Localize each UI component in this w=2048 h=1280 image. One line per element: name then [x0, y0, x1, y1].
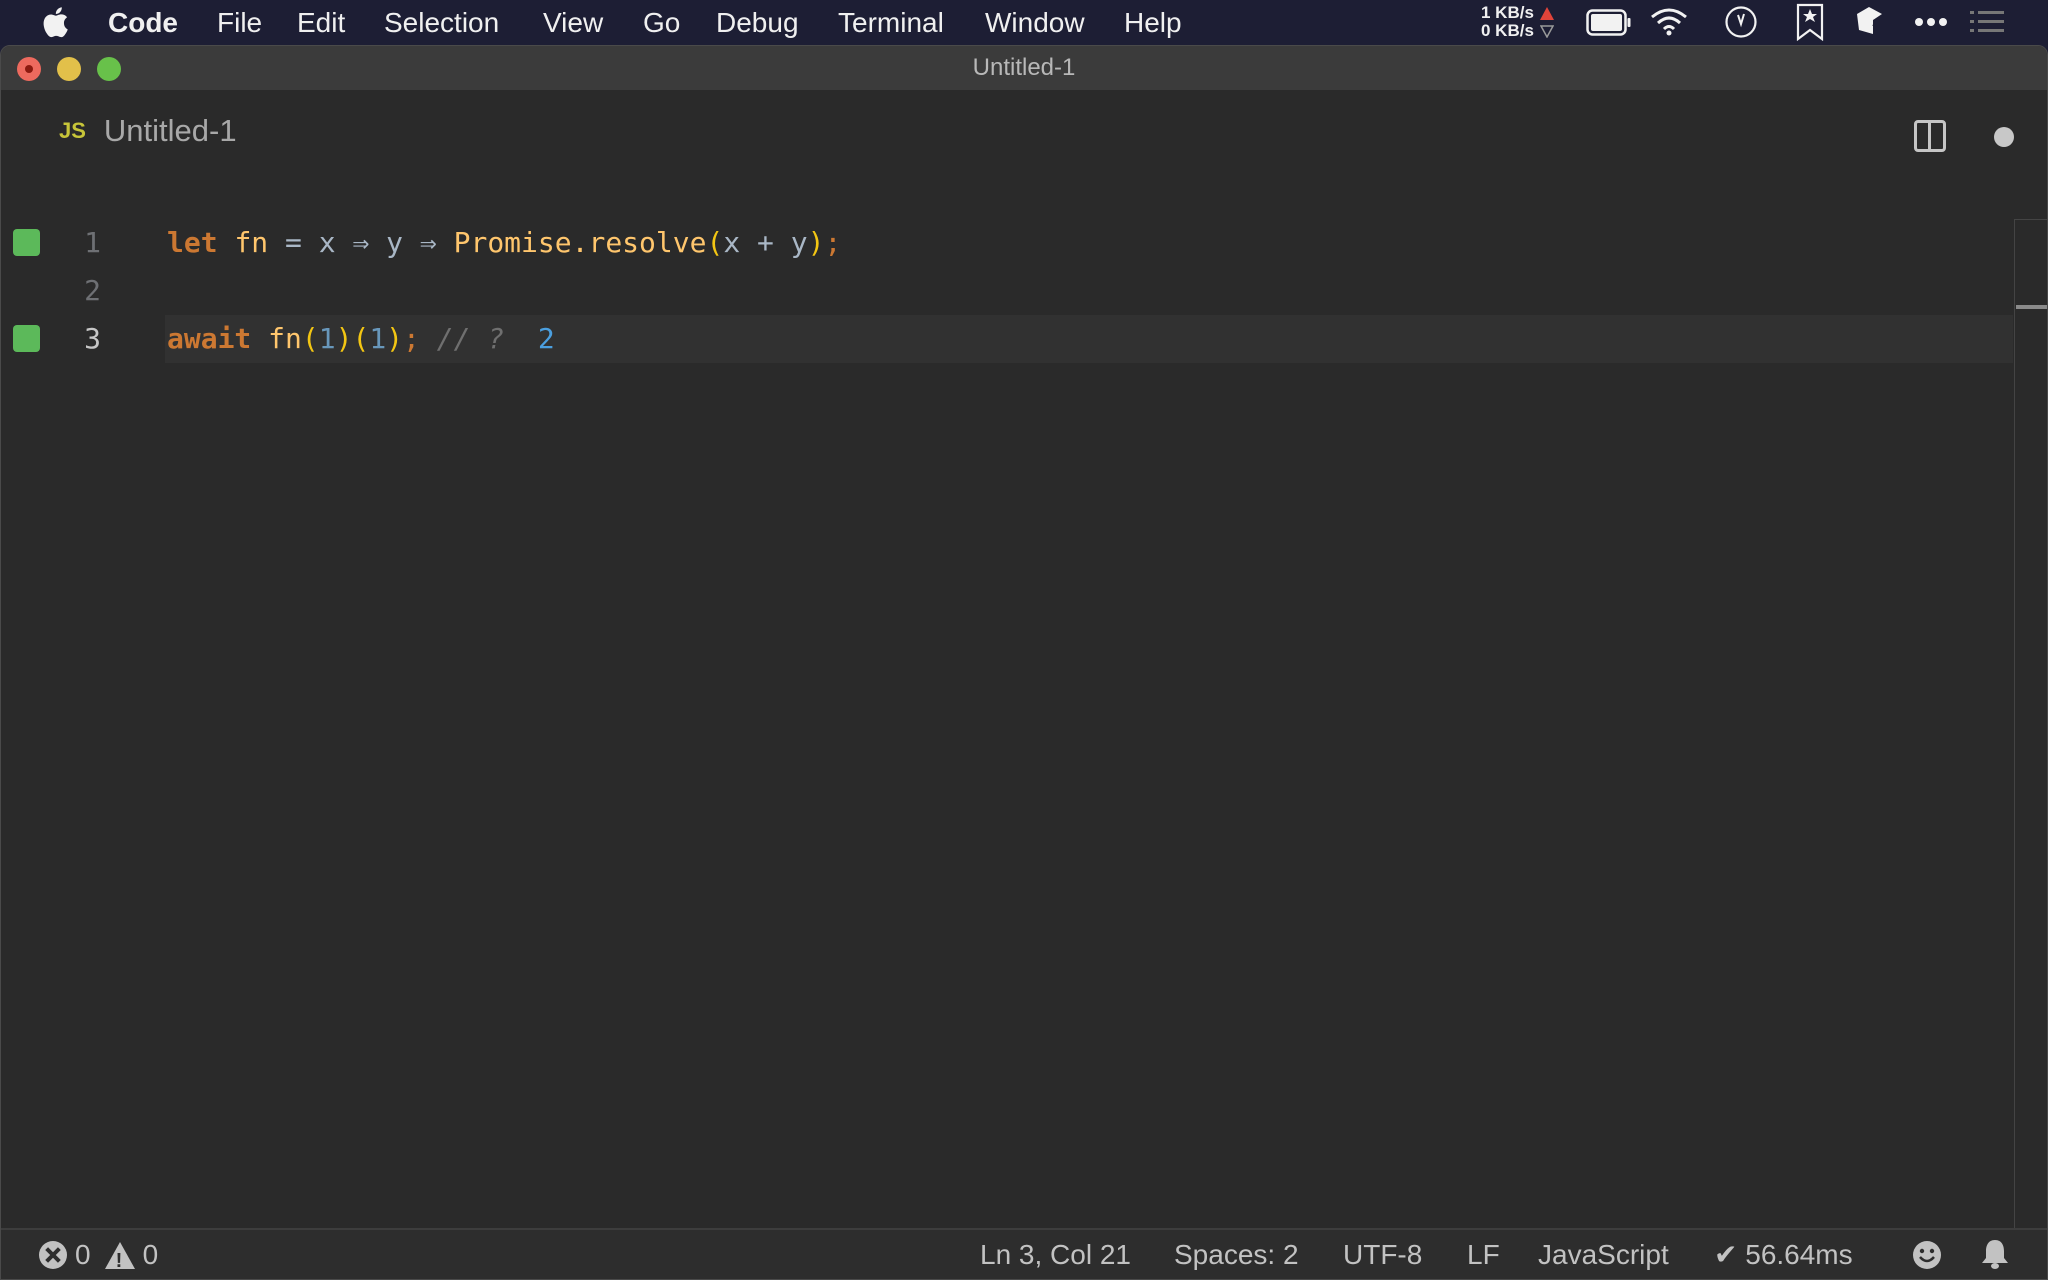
apple-logo-icon[interactable]	[40, 6, 70, 38]
token-keyword: let	[167, 226, 218, 259]
menu-edit[interactable]: Edit	[297, 8, 345, 38]
token-comment: // ?	[419, 322, 522, 355]
token-num: 1	[318, 322, 336, 355]
indentation-setting[interactable]: Spaces: 2	[1174, 1240, 1299, 1270]
token-paren: (	[301, 322, 319, 355]
token-var: y	[386, 226, 404, 259]
token-semi: ;	[824, 226, 842, 259]
editor-window: Untitled-1 JS Untitled-1 1 let fn = x ⇒ …	[0, 45, 2048, 1280]
token-fn: fn	[268, 322, 302, 355]
feedback-smiley-icon[interactable]	[1912, 1240, 1942, 1270]
token-num: 1	[369, 322, 387, 355]
code-line-1[interactable]: 1 let fn = x ⇒ y ⇒ Promise.resolve(x + y…	[1, 219, 2013, 267]
warning-icon	[104, 1241, 135, 1276]
problems-indicator[interactable]: 0 0	[39, 1239, 159, 1276]
title-bar[interactable]: Untitled-1	[1, 46, 2047, 90]
vertical-scrollbar[interactable]	[2014, 219, 2015, 1273]
menu-view[interactable]: View	[543, 8, 603, 38]
unsaved-changes-dot-icon[interactable]	[1994, 127, 2014, 147]
token-paren: (	[706, 226, 724, 259]
warning-count: 0	[142, 1239, 159, 1270]
menu-window[interactable]: Window	[985, 8, 1085, 38]
code-editor[interactable]: 1 let fn = x ⇒ y ⇒ Promise.resolve(x + y…	[1, 174, 2047, 1228]
code-text[interactable]: await fn(1)(1); // ? 2	[167, 315, 555, 363]
quokka-timing[interactable]: ✔ 56.64ms	[1714, 1240, 1853, 1270]
menu-help[interactable]: Help	[1124, 8, 1182, 38]
token-op: ⇒	[403, 226, 454, 259]
error-count: 0	[75, 1239, 91, 1270]
coverage-marker-icon	[13, 229, 40, 256]
clock-icon[interactable]	[1724, 5, 1758, 39]
token-paren: )	[807, 226, 825, 259]
menu-debug[interactable]: Debug	[716, 8, 799, 38]
split-editor-icon[interactable]	[1914, 120, 1946, 152]
token-paren: )	[386, 322, 404, 355]
token-result: 2	[521, 322, 555, 355]
menu-go[interactable]: Go	[643, 8, 680, 38]
macos-menu-bar: Code File Edit Selection View Go Debug T…	[0, 0, 2048, 45]
net-upload-speed: 1 KB/s	[1481, 3, 1534, 22]
wifi-icon[interactable]	[1650, 7, 1688, 37]
window-title: Untitled-1	[972, 54, 1076, 81]
more-icon[interactable]	[1914, 16, 1948, 28]
list-icon[interactable]	[1970, 11, 2004, 33]
tab-untitled-1[interactable]: JS Untitled-1	[59, 106, 237, 156]
token-keyword: await	[167, 322, 252, 355]
token-var: x + y	[723, 226, 808, 259]
line-number: 1	[84, 226, 101, 259]
menu-app-name[interactable]: Code	[108, 8, 178, 38]
notifications-bell-icon[interactable]	[1981, 1238, 2009, 1270]
tab-label: Untitled-1	[103, 113, 237, 148]
tab-bar: JS Untitled-1	[1, 90, 2047, 174]
token-var	[218, 226, 235, 259]
menu-selection[interactable]: Selection	[384, 8, 499, 38]
encoding-setting[interactable]: UTF-8	[1343, 1240, 1422, 1270]
scrollbar-cursor-marker	[2016, 305, 2047, 309]
token-op: =	[268, 226, 319, 259]
bookmark-icon[interactable]	[1795, 3, 1825, 41]
network-speed-indicator[interactable]: 1 KB/s 0 KB/s	[1481, 4, 1554, 40]
token-fn: fn	[234, 226, 269, 259]
token-paren: )(	[335, 322, 370, 355]
token-fn: Promise.resolve	[453, 226, 707, 259]
code-text[interactable]: let fn = x ⇒ y ⇒ Promise.resolve(x + y);	[167, 219, 841, 267]
status-bar: 0 0 Ln 3, Col 21 Spaces: 2 UTF-8 LF Java…	[1, 1228, 2047, 1279]
error-icon	[39, 1241, 67, 1269]
menu-terminal[interactable]: Terminal	[838, 8, 944, 38]
menu-file[interactable]: File	[217, 8, 262, 38]
battery-icon[interactable]	[1586, 9, 1633, 36]
upload-arrow-icon	[1539, 6, 1554, 20]
code-line-2[interactable]: 2	[1, 267, 2013, 315]
net-download-speed: 0 KB/s	[1481, 21, 1534, 40]
token-var	[251, 322, 268, 355]
line-number: 3	[84, 322, 101, 355]
token-var: x	[318, 226, 336, 259]
language-mode[interactable]: JavaScript	[1538, 1240, 1669, 1270]
token-semi: ;	[403, 322, 420, 355]
coverage-marker-icon	[13, 325, 40, 352]
token-op: ⇒	[335, 226, 387, 259]
line-number: 2	[84, 274, 101, 307]
code-line-3[interactable]: 3 await fn(1)(1); // ? 2	[1, 315, 2013, 363]
app-cube-icon[interactable]	[1855, 6, 1883, 38]
overview-ruler-border	[2014, 219, 2047, 220]
javascript-file-icon: JS	[59, 118, 86, 143]
cursor-position[interactable]: Ln 3, Col 21	[980, 1240, 1131, 1270]
download-arrow-icon	[1539, 24, 1554, 38]
end-of-line-setting[interactable]: LF	[1467, 1240, 1500, 1270]
